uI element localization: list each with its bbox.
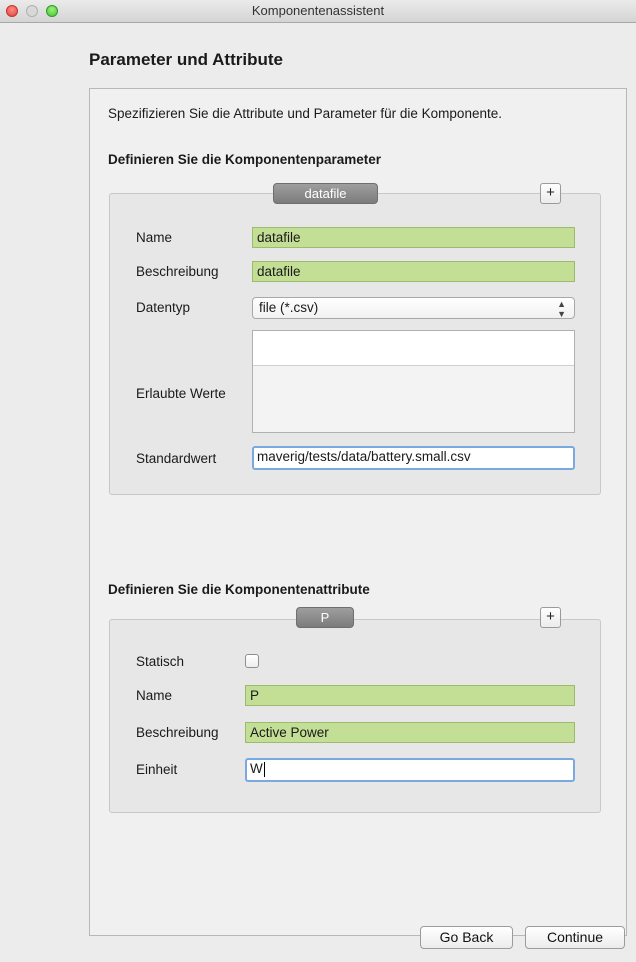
- add-parameter-button[interactable]: +: [540, 183, 561, 204]
- parameter-datatype-label: Datentyp: [136, 300, 191, 315]
- go-back-button[interactable]: Go Back: [420, 926, 513, 949]
- select-arrows-icon: ▲ ▼: [557, 299, 566, 319]
- window-title: Komponentenassistent: [251, 3, 385, 18]
- attributes-section-title: Definieren Sie die Komponentenattribute: [108, 582, 370, 597]
- parameters-section-title: Definieren Sie die Komponentenparameter: [108, 152, 382, 167]
- list-item[interactable]: [253, 331, 574, 366]
- datatype-select[interactable]: file (*.csv) ▲ ▼: [252, 297, 575, 319]
- attribute-description-field[interactable]: Active Power: [245, 722, 575, 743]
- parameter-description-label: Beschreibung: [136, 264, 219, 279]
- attributes-group: [109, 619, 601, 813]
- datatype-select-value: file (*.csv): [259, 300, 319, 315]
- unit-field[interactable]: W: [245, 758, 575, 782]
- continue-button[interactable]: Continue: [525, 926, 625, 949]
- static-label: Statisch: [136, 654, 185, 669]
- text-cursor: [263, 761, 265, 777]
- title-bar: Komponentenassistent: [0, 0, 636, 23]
- intro-text: Spezifizieren Sie die Attribute und Para…: [108, 106, 502, 121]
- allowed-values-list[interactable]: [252, 330, 575, 433]
- parameter-name-field[interactable]: datafile: [252, 227, 575, 248]
- tab-parameter-datafile[interactable]: datafile: [273, 183, 378, 204]
- unit-field-value: W: [250, 761, 263, 776]
- unit-label: Einheit: [136, 762, 178, 777]
- page-title: Parameter und Attribute: [89, 50, 283, 69]
- parameter-name-label: Name: [136, 230, 173, 245]
- parameter-description-field[interactable]: datafile: [252, 261, 575, 282]
- tab-attribute-p[interactable]: P: [296, 607, 354, 628]
- default-value-field[interactable]: maverig/tests/data/battery.small.csv: [252, 446, 575, 470]
- attribute-name-field[interactable]: P: [245, 685, 575, 706]
- attribute-name-label: Name: [136, 688, 173, 703]
- static-checkbox[interactable]: [245, 654, 259, 668]
- add-attribute-button[interactable]: +: [540, 607, 561, 628]
- allowed-values-label: Erlaubte Werte: [136, 386, 226, 401]
- default-value-label: Standardwert: [136, 451, 217, 466]
- attribute-description-label: Beschreibung: [136, 725, 219, 740]
